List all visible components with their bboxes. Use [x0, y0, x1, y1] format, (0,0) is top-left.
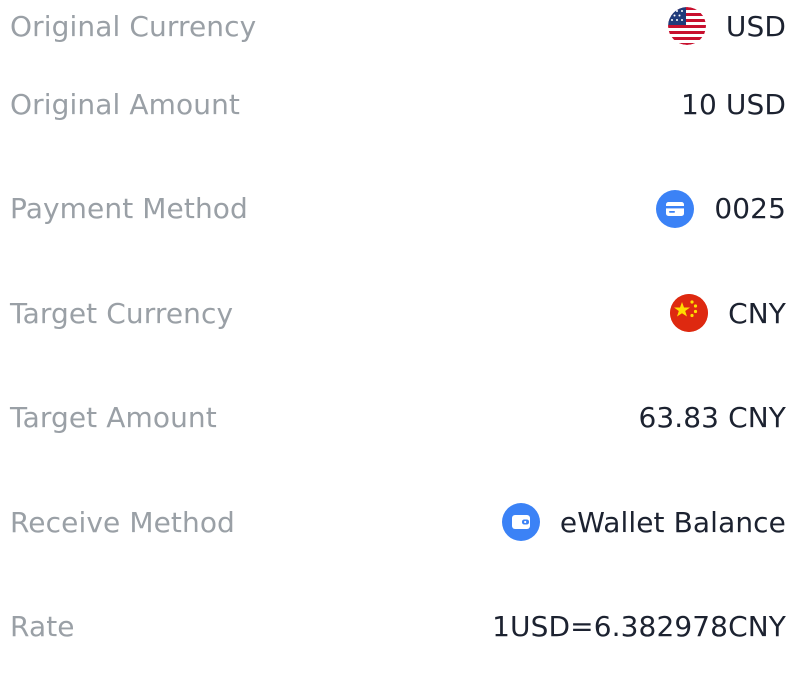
card-icon: [656, 190, 694, 228]
detail-row-receive-method: Receive Method eWallet Balance: [10, 470, 786, 575]
detail-value: 63.83 CNY: [638, 401, 786, 434]
detail-value-text: 0025: [714, 192, 786, 225]
detail-value: CNY: [670, 294, 786, 332]
detail-value: 10 USD: [681, 88, 786, 121]
detail-label: Payment Method: [10, 192, 248, 225]
detail-label: Target Currency: [10, 297, 233, 330]
detail-label: Original Currency: [10, 10, 256, 43]
detail-row-target-currency: Target Currency CNY: [10, 261, 786, 366]
detail-value-text: 63.83 CNY: [638, 401, 786, 434]
detail-value: 0025: [656, 190, 786, 228]
detail-value-text: eWallet Balance: [560, 506, 786, 539]
detail-row-payment-method: Payment Method 0025: [10, 157, 786, 262]
detail-row-original-currency: Original Currency: [10, 0, 786, 52]
detail-value-text: 1USD=6.382978CNY: [492, 610, 786, 643]
detail-label: Target Amount: [10, 401, 217, 434]
detail-value-text: CNY: [728, 297, 786, 330]
detail-value: USD: [668, 7, 786, 45]
detail-value-text: 10 USD: [681, 88, 786, 121]
detail-row-rate: Rate 1USD=6.382978CNY: [10, 575, 786, 679]
cn-flag-icon: [670, 294, 708, 332]
detail-row-original-amount: Original Amount 10 USD: [10, 52, 786, 157]
detail-label: Original Amount: [10, 88, 240, 121]
wallet-icon: [502, 503, 540, 541]
detail-label: Rate: [10, 610, 75, 643]
detail-value: 1USD=6.382978CNY: [492, 610, 786, 643]
transaction-details: Original Currency: [10, 0, 786, 679]
detail-value: eWallet Balance: [502, 503, 786, 541]
detail-label: Receive Method: [10, 506, 235, 539]
us-flag-icon: [668, 7, 706, 45]
detail-row-target-amount: Target Amount 63.83 CNY: [10, 366, 786, 471]
detail-value-text: USD: [726, 10, 786, 43]
